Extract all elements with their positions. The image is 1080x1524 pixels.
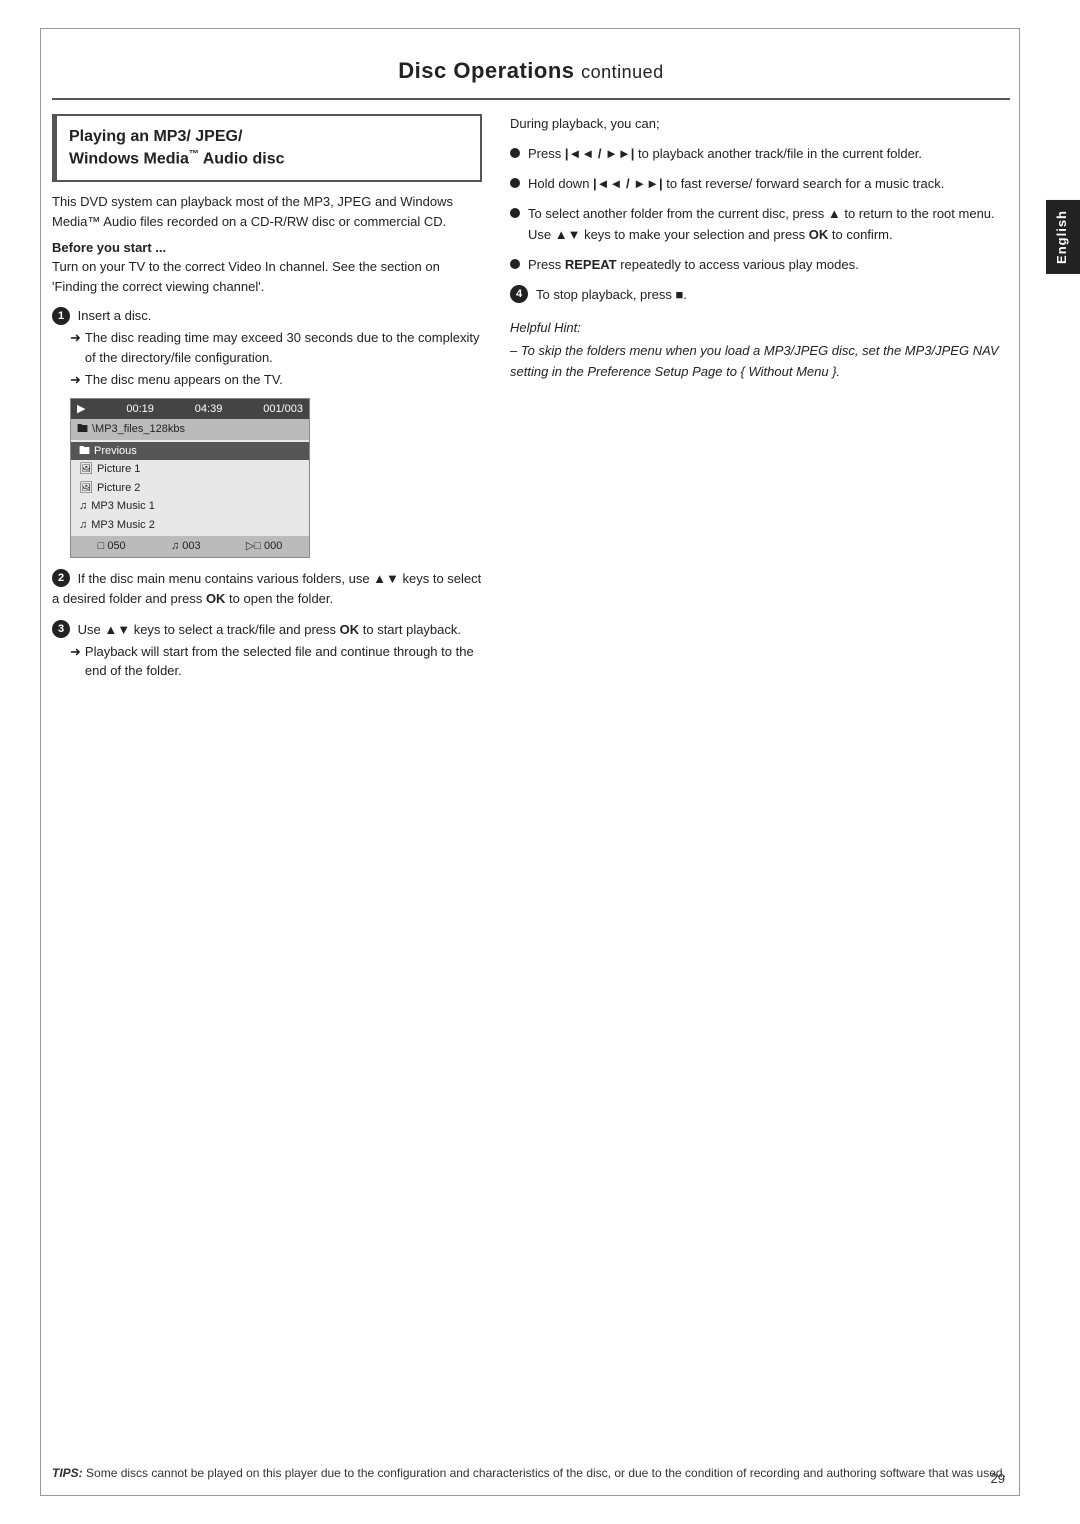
- tips-label: TIPS:: [52, 1466, 83, 1480]
- disc-menu-screenshot: ▶ 00:19 04:39 001/003 🖿 \MP3_files_128kb…: [70, 398, 310, 558]
- disc-item-icon-4: ♫: [79, 517, 87, 534]
- disc-item-label-1: Picture 1: [97, 461, 140, 478]
- bullet-dot-2: [510, 178, 520, 188]
- arrow-symbol-1: ➜: [70, 328, 81, 348]
- page-content: Disc Operations continued Playing an MP3…: [52, 40, 1010, 1484]
- bullet-content-3: To select another folder from the curren…: [528, 204, 1010, 244]
- disc-footer-vid: ▷□ 000: [246, 538, 283, 555]
- step-2: 2 If the disc main menu contains various…: [52, 568, 482, 609]
- disc-time-total: 04:39: [195, 401, 223, 418]
- bullet-content-4: Press REPEAT repeatedly to access variou…: [528, 255, 1010, 275]
- step-3-arrow-1: ➜ Playback will start from the selected …: [70, 642, 482, 681]
- right-column: During playback, you can; Press |◄◄ / ►►…: [510, 114, 1010, 691]
- bullet-content-2: Hold down |◄◄ / ►►| to fast reverse/ for…: [528, 174, 1010, 194]
- step-1-arrow-1: ➜ The disc reading time may exceed 30 se…: [70, 328, 482, 367]
- helpful-hint-text: – To skip the folders menu when you load…: [510, 341, 1010, 381]
- disc-menu-path: 🖿 \MP3_files_128kbs: [71, 419, 309, 440]
- step-1-number: 1: [52, 307, 70, 325]
- step-4: 4 To stop playback, press ■.: [510, 285, 1010, 305]
- disc-menu-item-mp3music1: ♫ MP3 Music 1: [71, 497, 309, 516]
- disc-item-icon-0: 🖿: [79, 443, 90, 460]
- title-divider: [52, 98, 1010, 100]
- tips-text: Some discs cannot be played on this play…: [86, 1466, 1006, 1480]
- disc-menu-item-previous: 🖿 Previous: [71, 442, 309, 461]
- disc-menu-footer: □ 050 ♫ 003 ▷□ 000: [71, 536, 309, 557]
- disc-menu-item-mp3music2: ♫ MP3 Music 2: [71, 516, 309, 535]
- page-title: Disc Operations continued: [52, 40, 1010, 98]
- step-3-number: 3: [52, 620, 70, 638]
- step-4-number: 4: [510, 285, 528, 303]
- disc-item-label-3: MP3 Music 1: [91, 498, 155, 515]
- bullet-item-3: To select another folder from the curren…: [510, 204, 1010, 244]
- helpful-hint-section: Helpful Hint: – To skip the folders menu…: [510, 318, 1010, 381]
- helpful-hint-title: Helpful Hint:: [510, 318, 1010, 338]
- disc-item-icon-3: ♫: [79, 498, 87, 515]
- step-1: 1 Insert a disc. ➜ The disc reading time…: [52, 305, 482, 558]
- left-column: Playing an MP3/ JPEG/ Windows Media™ Aud…: [52, 114, 482, 691]
- disc-item-icon-1: 🖼: [79, 461, 93, 478]
- step-3-arrow-text: Playback will start from the selected fi…: [85, 642, 482, 681]
- disc-menu-header: ▶ 00:19 04:39 001/003: [71, 399, 309, 420]
- disc-footer-pic: □ 050: [98, 538, 126, 555]
- disc-item-label-0: Previous: [94, 443, 137, 460]
- bullet-item-2: Hold down |◄◄ / ►►| to fast reverse/ for…: [510, 174, 1010, 194]
- during-playback-text: During playback, you can;: [510, 114, 1010, 134]
- step-1-arrow-2-text: The disc menu appears on the TV.: [85, 370, 283, 390]
- section-title: Playing an MP3/ JPEG/ Windows Media™ Aud…: [69, 126, 468, 170]
- trademark-symbol: ™: [189, 149, 199, 160]
- section-title-line1: Playing an MP3/ JPEG/: [69, 128, 242, 145]
- page-title-text: Disc Operations: [398, 58, 574, 83]
- disc-menu-item-picture2: 🖼 Picture 2: [71, 479, 309, 498]
- step-2-text: If the disc main menu contains various f…: [52, 571, 481, 606]
- arrow-symbol-2: ➜: [70, 370, 81, 390]
- section-title-line2: Windows Media: [69, 150, 189, 167]
- disc-menu-item-picture1: 🖼 Picture 1: [71, 460, 309, 479]
- bullet-item-4: Press REPEAT repeatedly to access variou…: [510, 255, 1010, 275]
- section-heading: Playing an MP3/ JPEG/ Windows Media™ Aud…: [52, 114, 482, 182]
- step-1-arrow-1-text: The disc reading time may exceed 30 seco…: [85, 328, 482, 367]
- disc-item-label-2: Picture 2: [97, 480, 140, 497]
- step-3-text: Use ▲▼ keys to select a track/file and p…: [78, 621, 461, 636]
- step-4-text: To stop playback, press ■.: [536, 285, 687, 305]
- page-title-continued: continued: [581, 62, 664, 82]
- bullet-dot-3: [510, 208, 520, 218]
- disc-menu-items: 🖿 Previous 🖼 Picture 1 🖼 Picture 2: [71, 440, 309, 537]
- section-title-line3: Audio disc: [199, 150, 285, 167]
- disc-item-label-4: MP3 Music 2: [91, 517, 155, 534]
- before-start-label: Before you start ...: [52, 240, 482, 255]
- bullet-dot-1: [510, 148, 520, 158]
- disc-time-current: 00:19: [126, 401, 154, 418]
- step-3: 3 Use ▲▼ keys to select a track/file and…: [52, 619, 482, 681]
- disc-play-icon: ▶: [77, 401, 85, 418]
- step-2-number: 2: [52, 569, 70, 587]
- two-column-layout: Playing an MP3/ JPEG/ Windows Media™ Aud…: [52, 114, 1010, 691]
- step-1-arrow-2: ➜ The disc menu appears on the TV.: [70, 370, 482, 390]
- disc-item-icon-2: 🖼: [79, 480, 93, 497]
- english-language-tab: English: [1046, 200, 1080, 274]
- arrow-symbol-3: ➜: [70, 642, 81, 662]
- disc-folder-icon: 🖿: [77, 421, 88, 438]
- disc-footer-music: ♫ 003: [171, 538, 201, 555]
- bullet-item-1: Press |◄◄ / ►►| to playback another trac…: [510, 144, 1010, 164]
- intro-text: This DVD system can playback most of the…: [52, 192, 482, 232]
- disc-track-count: 001/003: [263, 401, 303, 418]
- step-1-title: Insert a disc.: [78, 308, 152, 323]
- bullet-content-1: Press |◄◄ / ►►| to playback another trac…: [528, 144, 1010, 164]
- before-start-text: Turn on your TV to the correct Video In …: [52, 257, 482, 297]
- bullet-dot-4: [510, 259, 520, 269]
- disc-path-text: \MP3_files_128kbs: [92, 421, 185, 438]
- tips-box: TIPS: Some discs cannot be played on thi…: [52, 1464, 1010, 1482]
